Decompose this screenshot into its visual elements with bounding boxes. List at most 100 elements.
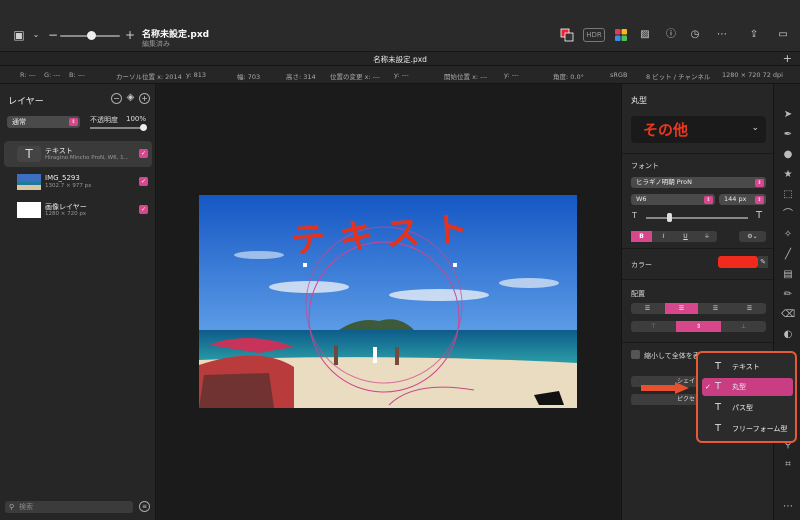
menu-item-label: テキスト [732, 363, 760, 371]
visibility-checkbox[interactable]: ✓ [139, 149, 148, 158]
opacity-slider-knob[interactable] [140, 124, 147, 131]
gradient-tool-icon[interactable]: ▤ [781, 268, 795, 282]
layer-search-input[interactable]: ⚲ 検索 [5, 501, 133, 513]
font-size-select[interactable]: 144 px ⇕ [719, 194, 766, 205]
text-style-segmented: B I U S [631, 231, 717, 242]
share-icon[interactable]: ⇪ [745, 26, 763, 44]
layer-row-text[interactable]: T テキスト Hiragino Mincho ProN, W6, 1... ✓ [4, 141, 152, 167]
menu-item-path[interactable]: T パス型 [702, 399, 793, 417]
visibility-checkbox[interactable]: ✓ [139, 177, 148, 186]
info-colorspace: sRGB [610, 71, 628, 79]
align-justify-icon[interactable]: ☰ [733, 303, 766, 314]
tab-document[interactable]: 名称未設定.pxd [0, 54, 800, 65]
pen-tool-icon[interactable]: ✒ [781, 128, 795, 142]
layers-stack-icon[interactable]: ◈ [125, 93, 136, 104]
white-thumbnail [17, 202, 41, 218]
gear-icon: ⚙⌄ [747, 233, 758, 240]
shrink-to-fit-checkbox[interactable] [631, 350, 640, 359]
align-top-icon[interactable]: ⊤ [631, 321, 676, 332]
inspector-toggle-icon[interactable]: ▭ [774, 26, 792, 44]
text-options-button[interactable]: ⚙⌄ [739, 231, 766, 242]
fill-tool-icon[interactable]: ◐ [781, 328, 795, 342]
image-icon[interactable]: ▨ [636, 26, 654, 44]
info-start-x: 開始位置 x: --- [444, 73, 488, 81]
document-status: 編集済み [142, 40, 170, 48]
crop-tool-icon[interactable]: ⌗ [781, 458, 795, 472]
menu-item-circle[interactable]: ✓ T 丸型 [702, 378, 793, 396]
minus-icon[interactable]: − [111, 93, 122, 104]
font-weight-select[interactable]: W6 ⇕ [631, 194, 715, 205]
text-layer-icon: T [17, 146, 41, 162]
more-options-icon[interactable]: ⋯ [713, 26, 731, 44]
canvas-image[interactable]: テキスト [199, 195, 577, 408]
info-icon[interactable]: ⓘ [662, 26, 680, 44]
align-bottom-icon[interactable]: ⊥ [721, 321, 766, 332]
canvas-area[interactable]: テキスト [157, 84, 621, 520]
blend-mode-select[interactable]: 通常 ⇕ [7, 116, 80, 128]
chevron-down-icon[interactable]: ⌄ [27, 26, 45, 44]
italic-button[interactable]: I [653, 231, 674, 242]
info-height: 高さ: 314 [286, 73, 316, 81]
font-size-slider-knob[interactable] [667, 213, 672, 222]
align-center-icon[interactable]: ☰ [665, 303, 698, 314]
vertical-align-segmented: ⊤ ⇕ ⊥ [631, 321, 766, 332]
brush-tool-icon[interactable]: ╱ [781, 248, 795, 262]
layer-name: IMG_5293 [45, 174, 80, 182]
tools-toolbar: ➤ ✒ ● ★ ⬚ ⌒ ✧ ╱ ▤ ✏ ⌫ ◐ ⚲ ⌗ ⋯ [773, 84, 800, 520]
sidebar-toggle-icon[interactable]: ▣ [10, 26, 28, 44]
panel-title: 丸型 [631, 96, 647, 105]
divider [622, 279, 774, 280]
new-tab-button[interactable]: + [783, 52, 792, 65]
chevron-down-icon: ⌄ [751, 123, 759, 133]
arrow-tool-icon[interactable]: ➤ [781, 108, 795, 122]
bold-button[interactable]: B [631, 231, 652, 242]
align-right-icon[interactable]: ☰ [699, 303, 732, 314]
info-cursor-y: y: 813 [186, 71, 207, 79]
zoom-slider-knob[interactable] [87, 31, 96, 40]
opacity-value: 100% [125, 115, 146, 123]
menu-item-text[interactable]: T テキスト [702, 358, 793, 376]
clock-icon[interactable]: ◷ [686, 26, 704, 44]
color-palette-icon[interactable] [612, 26, 630, 44]
star-tool-icon[interactable]: ★ [781, 168, 795, 182]
magic-wand-icon[interactable]: ✧ [781, 228, 795, 242]
info-g: G: --- [44, 71, 61, 79]
select-tool-icon[interactable]: ⬚ [781, 188, 795, 202]
lasso-tool-icon[interactable]: ⌒ [781, 208, 795, 222]
font-family-value: ヒラギノ明朝 ProN [636, 178, 692, 186]
text-type-popup: T テキスト ✓ T 丸型 T パス型 T フリーフォーム型 [696, 351, 797, 443]
blend-mode-value: 通常 [12, 118, 26, 126]
color-mode-icon[interactable] [558, 26, 576, 44]
layer-detail: 1280 × 720 px [45, 211, 87, 217]
pixel-button[interactable]: ピクセ [631, 394, 701, 405]
eraser-tool-icon[interactable]: ⌫ [781, 308, 795, 322]
align-middle-icon[interactable]: ⇕ [676, 321, 721, 332]
info-depth: 8 ビット / チャンネル [646, 73, 711, 81]
text-color-well[interactable] [718, 256, 758, 268]
select-arrow-icon: ⇕ [755, 195, 764, 204]
hdr-button[interactable]: HDR [583, 28, 605, 42]
checkmark-icon: ✓ [705, 383, 711, 391]
font-size-slider[interactable] [646, 217, 748, 219]
zoom-in-button[interactable]: + [121, 26, 139, 44]
layer-row-image-layer[interactable]: 画像レイヤー 1280 × 720 px ✓ [4, 197, 152, 223]
add-layer-icon[interactable]: + [139, 93, 150, 104]
underline-button[interactable]: U [675, 231, 696, 242]
font-family-select[interactable]: ヒラギノ明朝 ProN ⇕ [631, 177, 766, 188]
more-tools-icon[interactable]: ⋯ [781, 500, 795, 514]
eyedropper-icon[interactable]: ✎ [758, 256, 768, 268]
info-size: 1280 × 720 72 dpi [722, 71, 783, 79]
layer-row-image[interactable]: IMG_5293 1302.7 × 977 px ✓ [4, 169, 152, 195]
strikethrough-button[interactable]: S [697, 231, 717, 242]
visibility-checkbox[interactable]: ✓ [139, 205, 148, 214]
layers-panel: レイヤー − ◈ + 通常 ⇕ 不透明度 100% T テキスト Hiragin… [0, 84, 156, 520]
shapes-tool-icon[interactable]: ● [781, 148, 795, 162]
info-b: B: --- [69, 71, 85, 79]
freeform-text-icon: T [715, 423, 722, 434]
align-left-icon[interactable]: ☰ [631, 303, 664, 314]
opacity-slider[interactable] [90, 127, 146, 129]
pencil-tool-icon[interactable]: ✏ [781, 288, 795, 302]
text-style-select[interactable]: その他 ⌄ [631, 116, 766, 143]
filter-icon[interactable]: ≡ [139, 501, 150, 512]
menu-item-freeform[interactable]: T フリーフォーム型 [702, 420, 793, 438]
